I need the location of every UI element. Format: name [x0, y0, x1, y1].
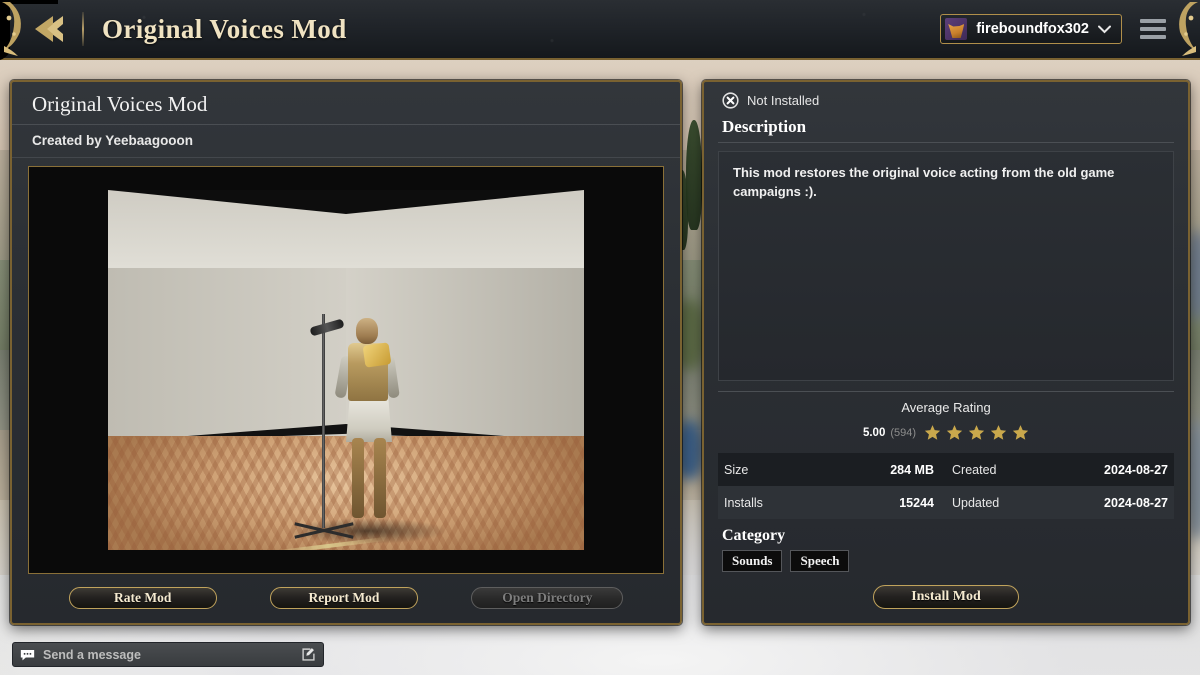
stat-key: Installs	[724, 495, 763, 510]
stat-key: Created	[952, 462, 997, 477]
install-mod-button[interactable]: Install Mod	[873, 585, 1019, 609]
star-rating	[924, 424, 1029, 441]
page-title: Original Voices Mod	[102, 13, 347, 44]
speech-bubble-icon	[20, 649, 35, 660]
mod-author: Created by Yeebaagooon	[12, 125, 680, 158]
title-divider	[82, 12, 84, 46]
stat-value: 2024-08-27	[1104, 495, 1168, 510]
stat-value: 2024-08-27	[1104, 462, 1168, 477]
stat-key: Updated	[952, 495, 1000, 510]
username-label: fireboundfox302	[976, 21, 1089, 37]
mod-info-panel: Not Installed Description This mod resto…	[702, 80, 1190, 625]
rating-score: 5.00	[862, 426, 886, 439]
star-icon	[990, 425, 1007, 440]
chevron-down-icon	[1098, 25, 1111, 33]
chat-placeholder: Send a message	[43, 647, 141, 662]
category-heading: Category	[722, 527, 786, 544]
rating-section: Average Rating 5.00 (594)	[718, 391, 1174, 441]
category-tags: Sounds Speech	[718, 550, 1174, 572]
mod-preview-frame[interactable]	[28, 166, 664, 574]
avatar	[945, 18, 968, 40]
table-row: Size 284 MB Created 2024-08-27	[718, 453, 1174, 486]
mod-title: Original Voices Mod	[12, 82, 680, 125]
chevron-left-icon	[35, 16, 63, 42]
rating-label: Average Rating	[901, 400, 991, 415]
back-button[interactable]	[30, 12, 70, 46]
mod-action-buttons: Rate Mod Report Mod Open Directory	[12, 587, 680, 609]
star-icon	[924, 425, 941, 440]
rate-mod-button[interactable]: Rate Mod	[68, 587, 217, 609]
install-button-row: Install Mod	[704, 585, 1188, 609]
circle-x-icon	[722, 92, 739, 109]
star-icon	[1012, 425, 1029, 440]
category-tag-sounds[interactable]: Sounds	[722, 550, 783, 572]
rating-stars-row: 5.00 (594)	[718, 424, 1174, 441]
stat-value: 284 MB	[890, 462, 934, 477]
stat-key: Size	[724, 462, 749, 477]
install-status-label: Not Installed	[747, 93, 820, 108]
user-menu-button[interactable]: fireboundfox302	[940, 14, 1122, 44]
top-bar: Original Voices Mod fireboundfox302	[0, 0, 1200, 60]
star-icon	[946, 425, 963, 440]
report-mod-button[interactable]: Report Mod	[269, 587, 418, 609]
open-directory-button: Open Directory	[471, 587, 624, 609]
compose-pencil-icon[interactable]	[301, 647, 316, 662]
hamburger-menu-icon[interactable]	[1140, 19, 1166, 39]
mod-preview-image	[108, 190, 584, 550]
background-tree	[686, 120, 702, 230]
chat-input-bar[interactable]: Send a message	[12, 642, 324, 667]
top-bar-right-group: fireboundfox302	[940, 14, 1166, 44]
install-status: Not Installed	[718, 82, 1174, 115]
star-icon	[968, 425, 985, 440]
description-text: This mod restores the original voice act…	[733, 165, 1115, 199]
description-box: This mod restores the original voice act…	[718, 151, 1174, 381]
stat-value: 15244	[899, 495, 934, 510]
category-tag-speech[interactable]: Speech	[790, 550, 850, 572]
mod-stats-table: Size 284 MB Created 2024-08-27 Installs …	[718, 453, 1174, 519]
rating-count: (594)	[890, 426, 917, 439]
description-heading: Description	[718, 115, 1174, 143]
mod-detail-panel: Original Voices Mod Created by Yeebaagoo…	[10, 80, 682, 625]
table-row: Installs 15244 Updated 2024-08-27	[718, 486, 1174, 519]
